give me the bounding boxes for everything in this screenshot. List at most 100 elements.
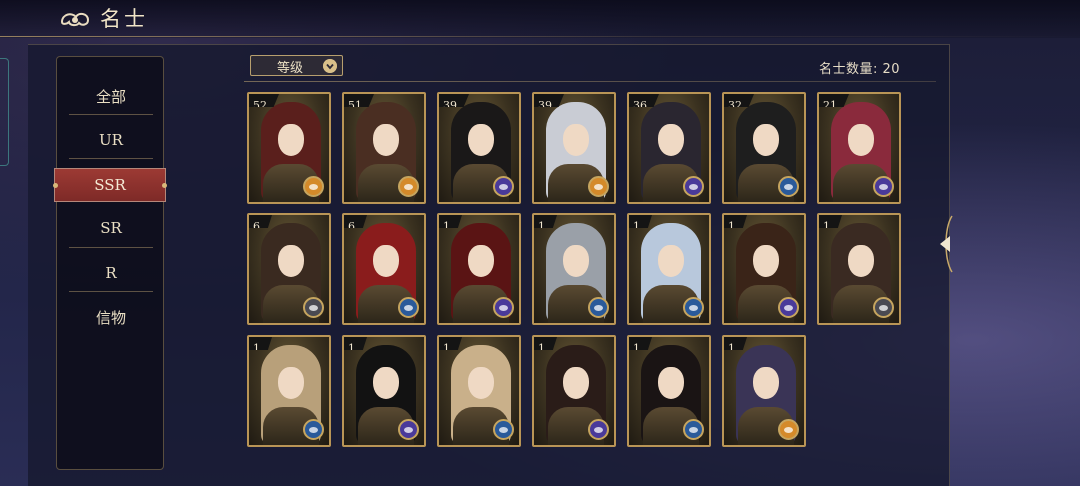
character-card[interactable]: 1 bbox=[437, 213, 521, 325]
portrait-face bbox=[468, 245, 494, 277]
chevron-down-icon bbox=[323, 59, 337, 73]
portrait-face bbox=[373, 367, 399, 399]
portrait-face bbox=[563, 124, 589, 156]
badge-emblem bbox=[879, 304, 888, 311]
character-card[interactable]: 1 bbox=[722, 213, 806, 325]
portrait-face bbox=[468, 367, 494, 399]
portrait-face bbox=[563, 367, 589, 399]
divider bbox=[69, 247, 153, 248]
character-card[interactable]: 6 bbox=[247, 213, 331, 325]
portrait-face bbox=[468, 124, 494, 156]
category-ssr[interactable]: SSR bbox=[53, 168, 167, 202]
faction-badge-icon bbox=[303, 297, 324, 318]
portrait-face bbox=[373, 124, 399, 156]
portrait-face bbox=[278, 245, 304, 277]
character-card[interactable]: 1 bbox=[532, 213, 616, 325]
character-card[interactable]: 1 bbox=[722, 335, 806, 447]
badge-emblem bbox=[689, 304, 698, 311]
divider bbox=[69, 158, 153, 159]
faction-badge-icon bbox=[303, 176, 324, 197]
badge-emblem bbox=[309, 426, 318, 433]
character-card[interactable]: 51 bbox=[342, 92, 426, 204]
badge-emblem bbox=[404, 183, 413, 190]
divider bbox=[69, 291, 153, 292]
category-sr[interactable]: SR bbox=[69, 206, 153, 250]
category-all[interactable]: 全部 bbox=[69, 74, 153, 118]
expand-arrow-icon[interactable] bbox=[934, 214, 954, 274]
badge-emblem bbox=[689, 426, 698, 433]
ornament-pin bbox=[162, 183, 167, 188]
faction-badge-icon bbox=[873, 176, 894, 197]
character-card[interactable]: 1 bbox=[627, 213, 711, 325]
filter-divider bbox=[244, 81, 936, 82]
portrait-face bbox=[373, 245, 399, 277]
portrait-face bbox=[753, 124, 779, 156]
character-card[interactable]: 52 bbox=[247, 92, 331, 204]
badge-emblem bbox=[499, 183, 508, 190]
portrait-face bbox=[658, 124, 684, 156]
character-card[interactable]: 1 bbox=[627, 335, 711, 447]
category-ssr-label: SSR bbox=[94, 176, 126, 194]
character-card[interactable]: 1 bbox=[532, 335, 616, 447]
character-card[interactable]: 1 bbox=[342, 335, 426, 447]
faction-badge-icon bbox=[588, 419, 609, 440]
portrait-face bbox=[563, 245, 589, 277]
portrait-face bbox=[658, 245, 684, 277]
category-ur[interactable]: UR bbox=[69, 118, 153, 162]
character-card[interactable]: 1 bbox=[437, 335, 521, 447]
category-r[interactable]: R bbox=[69, 251, 153, 295]
portrait-face bbox=[848, 124, 874, 156]
character-count: 名士数量: 20 bbox=[818, 62, 900, 77]
sort-dropdown[interactable]: 等级 bbox=[250, 55, 343, 76]
faction-badge-icon bbox=[588, 297, 609, 318]
character-card[interactable]: 36 bbox=[627, 92, 711, 204]
badge-emblem bbox=[594, 304, 603, 311]
faction-badge-icon bbox=[398, 297, 419, 318]
character-card[interactable]: 21 bbox=[817, 92, 901, 204]
portrait-face bbox=[753, 245, 779, 277]
badge-emblem bbox=[309, 304, 318, 311]
badge-emblem bbox=[594, 183, 603, 190]
badge-emblem bbox=[499, 426, 508, 433]
cloud-back-icon[interactable] bbox=[58, 8, 92, 30]
character-card[interactable]: 32 bbox=[722, 92, 806, 204]
character-card[interactable]: 39 bbox=[437, 92, 521, 204]
badge-emblem bbox=[309, 183, 318, 190]
left-edge-tab[interactable] bbox=[0, 58, 9, 166]
header-divider bbox=[0, 36, 1080, 37]
faction-badge-icon bbox=[588, 176, 609, 197]
portrait-face bbox=[278, 124, 304, 156]
faction-badge-icon bbox=[303, 419, 324, 440]
badge-emblem bbox=[499, 304, 508, 311]
portrait-face bbox=[753, 367, 779, 399]
faction-badge-icon bbox=[398, 176, 419, 197]
character-card[interactable]: 1 bbox=[817, 213, 901, 325]
category-token[interactable]: 信物 bbox=[69, 295, 153, 339]
faction-badge-icon bbox=[778, 176, 799, 197]
badge-emblem bbox=[404, 304, 413, 311]
faction-badge-icon bbox=[873, 297, 894, 318]
faction-badge-icon bbox=[683, 297, 704, 318]
faction-badge-icon bbox=[493, 176, 514, 197]
faction-badge-icon bbox=[683, 419, 704, 440]
badge-emblem bbox=[784, 304, 793, 311]
badge-emblem bbox=[784, 183, 793, 190]
badge-emblem bbox=[784, 426, 793, 433]
faction-badge-icon bbox=[493, 297, 514, 318]
faction-badge-icon bbox=[683, 176, 704, 197]
character-card[interactable]: 39 bbox=[532, 92, 616, 204]
portrait-face bbox=[658, 367, 684, 399]
character-card[interactable]: 1 bbox=[247, 335, 331, 447]
badge-emblem bbox=[689, 183, 698, 190]
ornament-pin bbox=[53, 183, 58, 188]
sort-label: 等级 bbox=[277, 61, 304, 76]
badge-emblem bbox=[594, 426, 603, 433]
faction-badge-icon bbox=[493, 419, 514, 440]
category-sidebar: 全部 UR SR R 信物 bbox=[56, 56, 164, 470]
page-title: 名士 bbox=[100, 7, 148, 31]
character-card[interactable]: 6 bbox=[342, 213, 426, 325]
faction-badge-icon bbox=[778, 297, 799, 318]
portrait-face bbox=[278, 367, 304, 399]
badge-emblem bbox=[879, 183, 888, 190]
faction-badge-icon bbox=[778, 419, 799, 440]
